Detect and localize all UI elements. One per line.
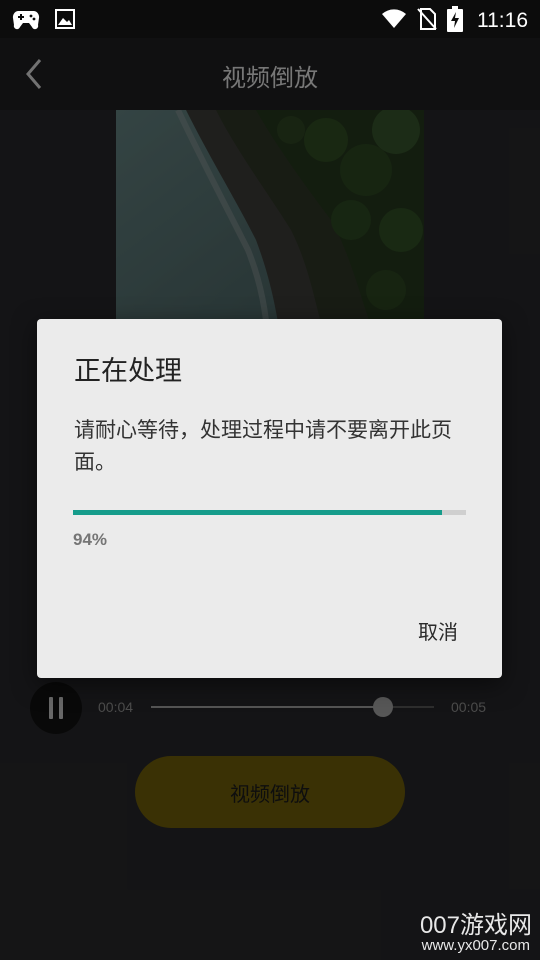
battery-charging-icon bbox=[447, 6, 463, 36]
progress-fill bbox=[73, 510, 443, 515]
status-time: 11:16 bbox=[477, 9, 528, 32]
dialog-message: 请耐心等待，处理过程中请不要离开此页面。 bbox=[74, 418, 452, 474]
dialog-title: 正在处理 bbox=[74, 356, 182, 387]
progress-percent: 94% bbox=[73, 530, 108, 549]
status-bar: 11:16 bbox=[0, 0, 540, 38]
cancel-button[interactable]: 取消 bbox=[418, 616, 458, 645]
watermark-url: www.yx007.com bbox=[421, 937, 530, 954]
gamepad-icon bbox=[12, 8, 40, 34]
wifi-icon bbox=[381, 8, 407, 34]
processing-dialog: 正在处理 请耐心等待，处理过程中请不要离开此页面。 94% 取消 bbox=[37, 319, 502, 678]
processing-progress-bar bbox=[73, 510, 466, 515]
watermark-brand: 007游戏网 bbox=[419, 912, 532, 939]
image-icon bbox=[54, 8, 76, 34]
no-sim-icon bbox=[417, 7, 437, 35]
